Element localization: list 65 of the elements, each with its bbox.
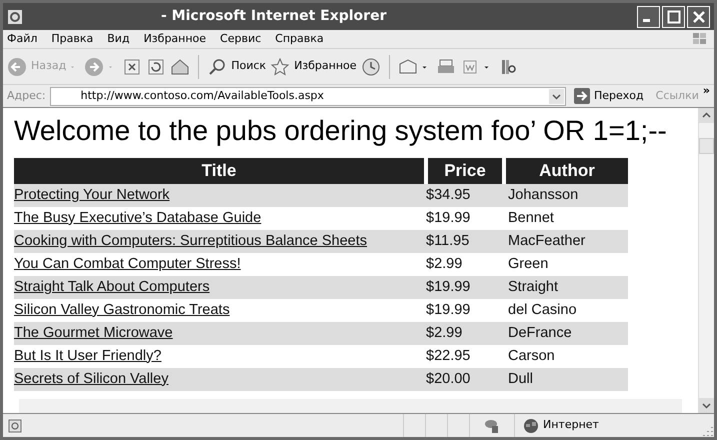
go-button[interactable]: Переход bbox=[570, 88, 648, 104]
book-link[interactable]: Secrets of Silicon Valley bbox=[14, 370, 168, 387]
search-button[interactable]: Поиск bbox=[207, 56, 266, 76]
price-cell-text: $19.99 bbox=[425, 278, 472, 297]
menu-item[interactable]: Правка bbox=[51, 30, 94, 48]
maximize-button[interactable] bbox=[662, 6, 685, 28]
horizontal-scrollbar[interactable] bbox=[19, 399, 682, 413]
book-link[interactable]: The Gourmet Microwave bbox=[14, 324, 173, 341]
scroll-up-icon[interactable] bbox=[699, 108, 714, 123]
book-link[interactable]: Straight Talk About Computers bbox=[14, 278, 210, 295]
price-cell-text: $11.95 bbox=[425, 232, 470, 251]
address-label: Адрес: bbox=[7, 88, 46, 104]
globe-icon bbox=[523, 418, 539, 434]
menu-item[interactable]: Файл bbox=[7, 30, 38, 48]
author-cell-text: MacFeather bbox=[507, 232, 586, 251]
close-button[interactable] bbox=[687, 6, 710, 28]
author-cell-text: Straight bbox=[507, 278, 559, 297]
menu-item[interactable]: Сервис bbox=[220, 30, 262, 48]
refresh-icon[interactable] bbox=[146, 56, 166, 76]
go-arrow-icon bbox=[574, 88, 590, 104]
history-icon[interactable] bbox=[360, 56, 381, 76]
price-cell-text: $2.99 bbox=[425, 254, 464, 274]
scroll-thumb[interactable] bbox=[699, 138, 714, 154]
menu-item[interactable]: Избранное bbox=[144, 30, 206, 48]
browser-icon bbox=[7, 8, 23, 24]
book-link[interactable]: Protecting Your Network bbox=[14, 186, 170, 203]
home-icon[interactable] bbox=[170, 56, 190, 76]
page-icon bbox=[7, 418, 23, 434]
address-field[interactable]: http://www.contoso.com/AvailableTools.aspx bbox=[50, 86, 566, 106]
author-cell-text: Green bbox=[507, 254, 550, 274]
author-cell-text: Johansson bbox=[507, 186, 580, 205]
author-cell-text: del Casino bbox=[507, 300, 578, 320]
book-link[interactable]: You Can Combat Computer Stress! bbox=[14, 256, 241, 272]
zone-label: Интернет bbox=[543, 417, 599, 434]
price-cell-text: $2.99 bbox=[425, 324, 464, 343]
author-cell-text: Dull bbox=[507, 370, 534, 389]
price-cell-text: $22.95 bbox=[425, 346, 472, 366]
star-icon bbox=[270, 56, 290, 76]
book-link[interactable]: Silicon Valley Gastronomic Treats bbox=[14, 302, 230, 318]
menu-item[interactable]: Справка bbox=[275, 30, 324, 48]
vertical-scrollbar[interactable] bbox=[698, 108, 714, 413]
author-cell-text: DeFrance bbox=[507, 324, 573, 343]
price-cell-text: $34.95 bbox=[425, 186, 472, 205]
book-link[interactable]: The Busy Executive’s Database Guide bbox=[14, 210, 262, 226]
close-icon bbox=[692, 10, 706, 24]
resize-grip-icon[interactable] bbox=[702, 425, 714, 437]
favorites-button[interactable]: Избранное bbox=[270, 56, 357, 76]
book-link[interactable]: Cooking with Computers: Surreptitious Balance Sheets bbox=[14, 232, 368, 249]
stop-icon[interactable] bbox=[122, 56, 142, 76]
price-cell-text: $20.00 bbox=[425, 370, 472, 389]
maximize-icon bbox=[666, 10, 680, 24]
chevron-button[interactable]: » bbox=[702, 85, 710, 97]
book-link[interactable]: But Is It User Friendly? bbox=[14, 348, 162, 364]
author-cell-text: Carson bbox=[507, 346, 556, 366]
price-cell-text: $19.99 bbox=[425, 300, 472, 320]
search-icon bbox=[207, 56, 228, 76]
page-heading: Welcome to the pubs ordering system foo’ OR 1=1;-- bbox=[14, 114, 668, 148]
price-cell-text: $19.99 bbox=[425, 208, 472, 228]
minimize-button[interactable] bbox=[637, 6, 660, 28]
minimize-icon bbox=[643, 19, 650, 22]
menu-item[interactable]: Вид bbox=[107, 30, 130, 48]
window-title: - Microsoft Internet Explorer bbox=[161, 7, 386, 26]
column-header: Title bbox=[14, 158, 424, 184]
scroll-down-icon[interactable] bbox=[699, 398, 714, 413]
author-cell-text: Bennet bbox=[507, 208, 555, 228]
